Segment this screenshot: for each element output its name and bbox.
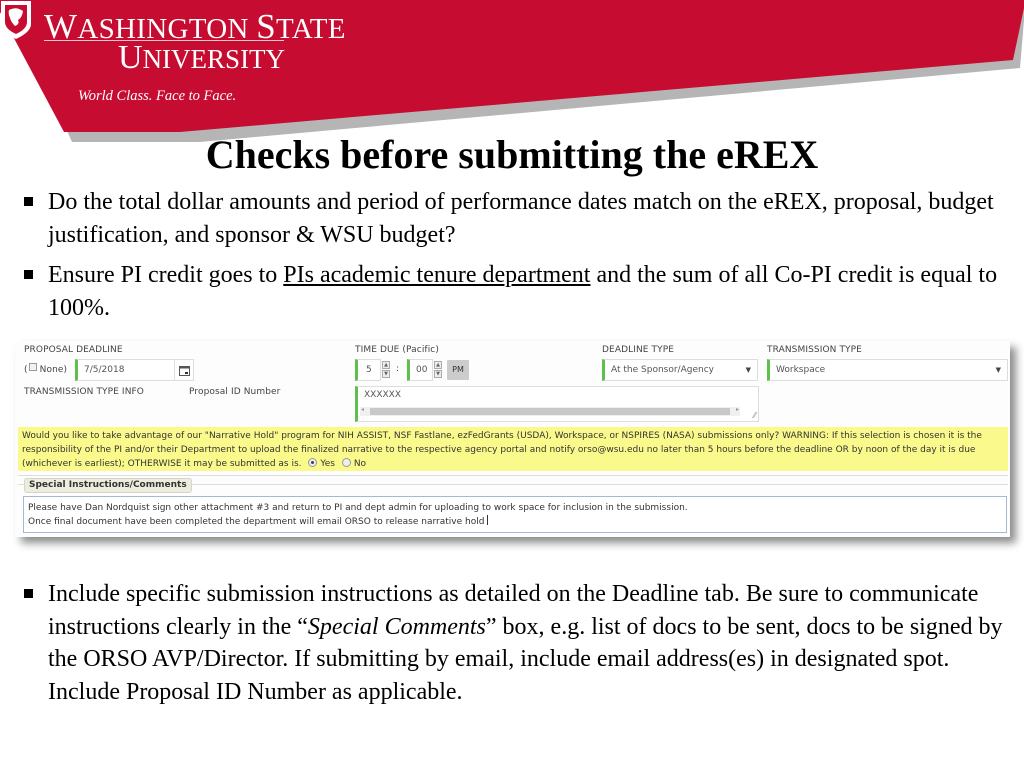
none-option: (None) <box>24 363 68 375</box>
minute-spinner[interactable]: ▲ ▼ <box>434 361 442 379</box>
logo-divider <box>44 40 284 41</box>
horizontal-scrollbar[interactable]: ◂ ▸ <box>360 406 740 416</box>
divider <box>18 475 1008 476</box>
resize-grip-icon[interactable]: ⁄⁄ <box>753 412 756 420</box>
dropdown-arrow-icon: ▼ <box>995 366 1001 374</box>
erex-deadline-form-screenshot: PROPOSAL DEADLINE (None) 7/5/2018 TRANSM… <box>15 341 1010 537</box>
transmission-info-label: TRANSMISSION TYPE INFO <box>24 387 144 397</box>
hour-spinner[interactable]: ▲ ▼ <box>382 361 390 379</box>
deadline-date-input[interactable]: 7/5/2018 <box>75 359 175 381</box>
bullet-text: Do the total dollar amounts and period o… <box>48 189 994 248</box>
proposal-deadline-label: PROPOSAL DEADLINE <box>24 345 123 355</box>
transmission-type-select[interactable]: Workspace ▼ <box>767 359 1008 381</box>
special-instructions-textarea[interactable]: Please have Dan Nordquist sign other att… <box>23 496 1007 533</box>
bullet-square-icon <box>24 270 33 279</box>
header-banner: WASHINGTON STATE UNIVERSITY World Class.… <box>0 0 1024 150</box>
bullet-item: Include specific submission instructions… <box>20 578 1010 708</box>
special-instructions-legend: Special Instructions/Comments <box>24 478 192 493</box>
ampm-toggle[interactable]: PM <box>447 360 469 380</box>
italic-phrase: Special Comments <box>307 613 486 640</box>
slide-title: Checks before submitting the eREX <box>205 132 819 177</box>
yes-label: Yes <box>320 459 335 469</box>
bullet-square-icon <box>24 197 33 206</box>
bullet-text: Include specific submission instructions… <box>48 581 1003 705</box>
tagline: World Class. Face to Face. <box>78 88 237 104</box>
hour-input[interactable]: 5 <box>355 359 381 381</box>
time-due-label: TIME DUE (Pacific) <box>355 345 439 355</box>
bullet-item: Ensure PI credit goes to PIs academic te… <box>20 259 1010 324</box>
bullet-item: Do the total dollar amounts and period o… <box>20 186 1010 251</box>
narrative-hold-notice: Would you like to take advantage of our … <box>18 427 1008 471</box>
university-name-line2: UNIVERSITY <box>118 39 286 76</box>
proposal-id-label: Proposal ID Number <box>189 387 281 397</box>
deadline-type-select[interactable]: At the Sponsor/Agency ▼ <box>602 359 758 381</box>
transmission-type-label: TRANSMISSION TYPE <box>767 345 862 355</box>
bullet-text: Ensure PI credit goes to PIs academic te… <box>48 262 998 321</box>
calendar-button[interactable] <box>174 359 194 381</box>
time-separator: : <box>396 364 400 374</box>
proposal-id-input[interactable]: XXXXXX ◂ ▸ ⁄⁄ <box>355 386 759 422</box>
underlined-phrase: PIs academic tenure department <box>283 262 591 288</box>
narrative-hold-no-radio[interactable] <box>341 458 351 467</box>
deadline-type-label: DEADLINE TYPE <box>602 345 675 355</box>
no-label: No <box>353 459 367 469</box>
narrative-hold-yes-radio[interactable] <box>308 458 318 467</box>
none-checkbox[interactable] <box>28 363 37 371</box>
bullet-square-icon <box>24 589 33 598</box>
dropdown-arrow-icon: ▼ <box>745 366 751 374</box>
text-cursor <box>487 515 489 525</box>
cougar-shield-icon <box>1 1 31 39</box>
minute-input[interactable]: 00 <box>407 359 433 381</box>
calendar-icon <box>178 365 190 376</box>
